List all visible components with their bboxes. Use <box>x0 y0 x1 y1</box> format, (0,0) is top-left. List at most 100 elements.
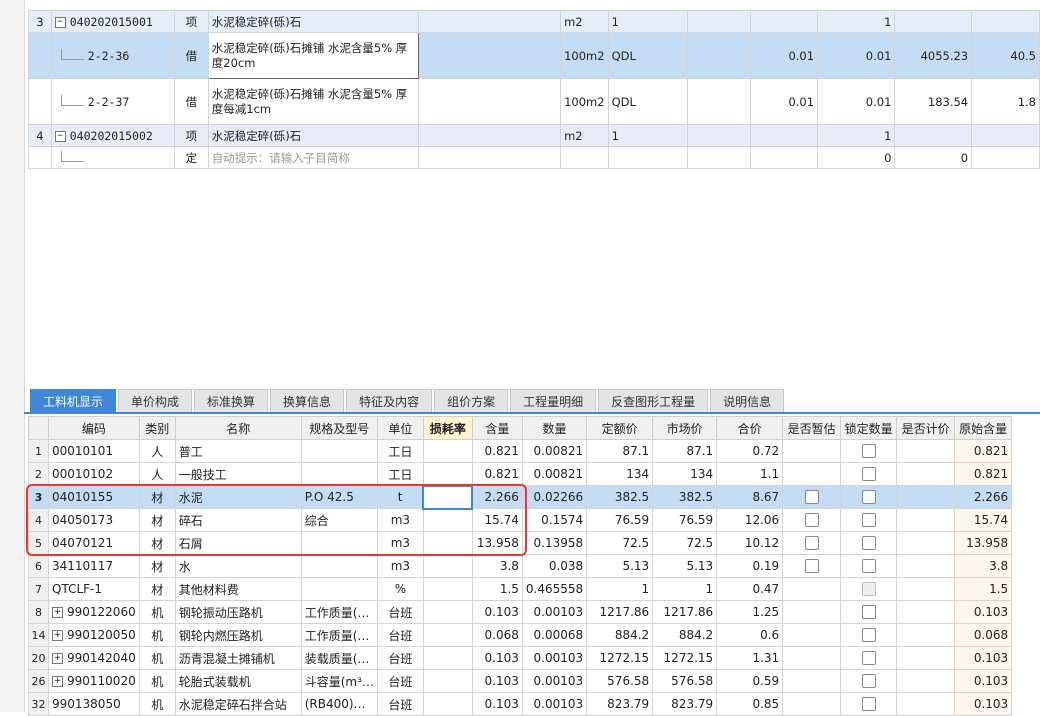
content-cell[interactable]: 1.5 <box>471 577 523 601</box>
lock-quantity-checkbox[interactable] <box>861 559 876 574</box>
resource-spec[interactable] <box>300 462 378 486</box>
resource-code[interactable]: 04010155 <box>48 485 140 509</box>
tab-6[interactable]: 组价方案 <box>434 389 509 413</box>
column-header-13[interactable]: 锁定数量 <box>840 416 898 440</box>
loss-rate-cell[interactable] <box>422 508 473 532</box>
estimate-cell[interactable] <box>782 669 842 693</box>
content-cell[interactable]: 0.103 <box>471 669 523 693</box>
market-price-cell[interactable]: 5.13 <box>652 554 718 578</box>
resource-spec[interactable] <box>300 439 378 463</box>
tab-1[interactable]: 工料机显示 <box>30 389 117 413</box>
resource-code[interactable]: +990142040 <box>48 646 140 670</box>
item-name[interactable]: 自动提示：请输入子目简称 <box>207 146 420 169</box>
column-header-10[interactable]: 市场价 <box>652 416 718 440</box>
resource-row[interactable]: 1 00010101 人普工 工日 0.821 0.00821 87.1 87.1 0.72 0.… <box>28 439 1013 463</box>
resource-row[interactable]: 32 990138050 机水泥稳定碎石拌合站 (RB400)… 台班 0.103 0.00… <box>28 692 1013 716</box>
collapse-icon[interactable]: − <box>54 130 66 142</box>
estimate-cell[interactable] <box>782 554 842 578</box>
estimate-cell[interactable] <box>782 462 842 486</box>
bill-row[interactable]: 2-2-36 借水泥稳定碎(砾)石摊铺 水泥含量5% 厚度20cm 100m2 QDL… <box>28 32 1040 79</box>
item-code[interactable]: −040202015001 <box>50 10 176 33</box>
loss-rate-cell[interactable] <box>422 692 473 716</box>
resource-spec[interactable] <box>300 577 378 601</box>
priced-cell[interactable] <box>896 623 956 647</box>
lock-quantity-checkbox[interactable] <box>861 536 876 551</box>
resource-code[interactable]: 990138050 <box>48 692 140 716</box>
expand-icon[interactable]: + <box>52 653 63 664</box>
loss-rate-cell[interactable] <box>422 531 473 555</box>
lock-quantity-cell[interactable] <box>840 508 898 532</box>
resource-code[interactable]: 04050173 <box>48 508 140 532</box>
resource-name[interactable]: 石屑 <box>174 531 302 555</box>
item-feature[interactable] <box>418 124 562 147</box>
expand-icon[interactable]: + <box>52 607 63 618</box>
resource-code[interactable]: +990110020 <box>48 669 140 693</box>
market-price-cell[interactable]: 1217.86 <box>652 600 718 624</box>
resource-grid[interactable]: 编码 类别 名称 规格及型号 单位 损耗率 含量 数量 定额价 市场价 合价 是否暂估 锁定数量 是否计价… <box>28 416 1013 716</box>
estimate-checkbox[interactable] <box>804 490 819 505</box>
priced-cell[interactable] <box>896 577 956 601</box>
item-feature[interactable] <box>418 32 562 79</box>
loss-rate-cell[interactable] <box>422 484 474 510</box>
priced-cell[interactable] <box>896 646 956 670</box>
column-header-6[interactable]: 损耗率 <box>422 416 473 440</box>
quantity-expression[interactable]: QDL <box>607 32 688 79</box>
column-header-11[interactable]: 合价 <box>716 416 784 440</box>
column-header-8[interactable]: 数量 <box>521 416 588 440</box>
tab-5[interactable]: 特征及内容 <box>346 389 433 413</box>
resource-name[interactable]: 其他材料费 <box>174 577 302 601</box>
item-code[interactable]: 2-2-36 <box>50 32 176 79</box>
lock-quantity-cell[interactable] <box>840 554 898 578</box>
priced-cell[interactable] <box>896 462 956 486</box>
tab-3[interactable]: 标准换算 <box>194 389 269 413</box>
estimate-cell[interactable] <box>782 692 842 716</box>
lock-quantity-checkbox[interactable] <box>861 513 876 528</box>
column-header-4[interactable]: 规格及型号 <box>300 416 378 440</box>
lock-quantity-cell[interactable] <box>840 692 898 716</box>
priced-cell[interactable] <box>896 485 956 509</box>
resource-row[interactable]: 26 +990110020 机轮胎式装载机 斗容量(m³… 台班 0.103 0.00103… <box>28 669 1013 693</box>
resource-row[interactable]: 3 04010155 材水泥 P.O 42.5 t 2.266 0.02266 382.5 38… <box>28 484 1013 510</box>
resource-name[interactable]: 普工 <box>174 439 302 463</box>
column-header-12[interactable]: 是否暂估 <box>782 416 842 440</box>
resource-code[interactable]: 00010102 <box>48 462 140 486</box>
column-header-5[interactable]: 单位 <box>376 416 424 440</box>
lock-quantity-checkbox[interactable] <box>861 490 876 505</box>
resource-name[interactable]: 轮胎式装载机 <box>174 669 302 693</box>
quantity-expression[interactable]: 1 <box>607 10 688 33</box>
content-cell[interactable]: 3.8 <box>471 554 523 578</box>
content-cell[interactable]: 13.958 <box>471 531 523 555</box>
estimate-cell[interactable] <box>782 577 842 601</box>
column-header-15[interactable]: 原始含量 <box>954 416 1013 440</box>
estimate-cell[interactable] <box>782 623 842 647</box>
resource-code[interactable]: 00010101 <box>48 439 140 463</box>
priced-cell[interactable] <box>896 600 956 624</box>
resource-row[interactable]: 5 04070121 材石屑 m3 13.958 0.13958 72.5 72.5 10.12… <box>28 531 1013 555</box>
lock-quantity-cell[interactable] <box>840 646 898 670</box>
column-header-3[interactable]: 名称 <box>174 416 302 440</box>
bill-row[interactable]: 定自动提示：请输入子目简称 0 0 <box>28 146 1040 169</box>
resource-spec[interactable]: (RB400)… <box>300 692 378 716</box>
resource-spec[interactable]: 综合 <box>300 508 378 532</box>
resource-code[interactable]: 34110117 <box>48 554 140 578</box>
content-cell[interactable]: 0.821 <box>471 439 523 463</box>
bill-items-grid[interactable]: 3−040202015001 项水泥稳定碎(砾)石 m2 1 1 2-2-36 借水泥稳定碎… <box>28 10 1040 169</box>
item-feature[interactable] <box>418 10 562 33</box>
estimate-cell[interactable] <box>782 646 842 670</box>
lock-quantity-checkbox[interactable] <box>861 674 876 689</box>
item-feature[interactable] <box>418 146 562 169</box>
priced-cell[interactable] <box>896 692 956 716</box>
market-price-cell[interactable]: 134 <box>652 462 718 486</box>
loss-rate-cell[interactable] <box>422 623 473 647</box>
resource-row[interactable]: 7 QTCLF-1 材其他材料费% 1.5 0.465558 1 1 0.47 1.5 <box>28 577 1013 601</box>
resource-spec[interactable]: 工作质量(… <box>300 600 378 624</box>
resource-row[interactable]: 4 04050173 材碎石 综合 m3 15.74 0.1574 76.59 76.59 12.… <box>28 508 1013 532</box>
lock-quantity-checkbox[interactable] <box>861 444 876 459</box>
expand-icon[interactable]: + <box>52 630 63 641</box>
lock-quantity-cell[interactable] <box>840 485 898 509</box>
resource-spec[interactable]: 工作质量(… <box>300 623 378 647</box>
lock-quantity-cell[interactable] <box>840 669 898 693</box>
estimate-cell[interactable] <box>782 508 842 532</box>
lock-quantity-cell[interactable] <box>840 439 898 463</box>
content-cell[interactable]: 15.74 <box>471 508 523 532</box>
